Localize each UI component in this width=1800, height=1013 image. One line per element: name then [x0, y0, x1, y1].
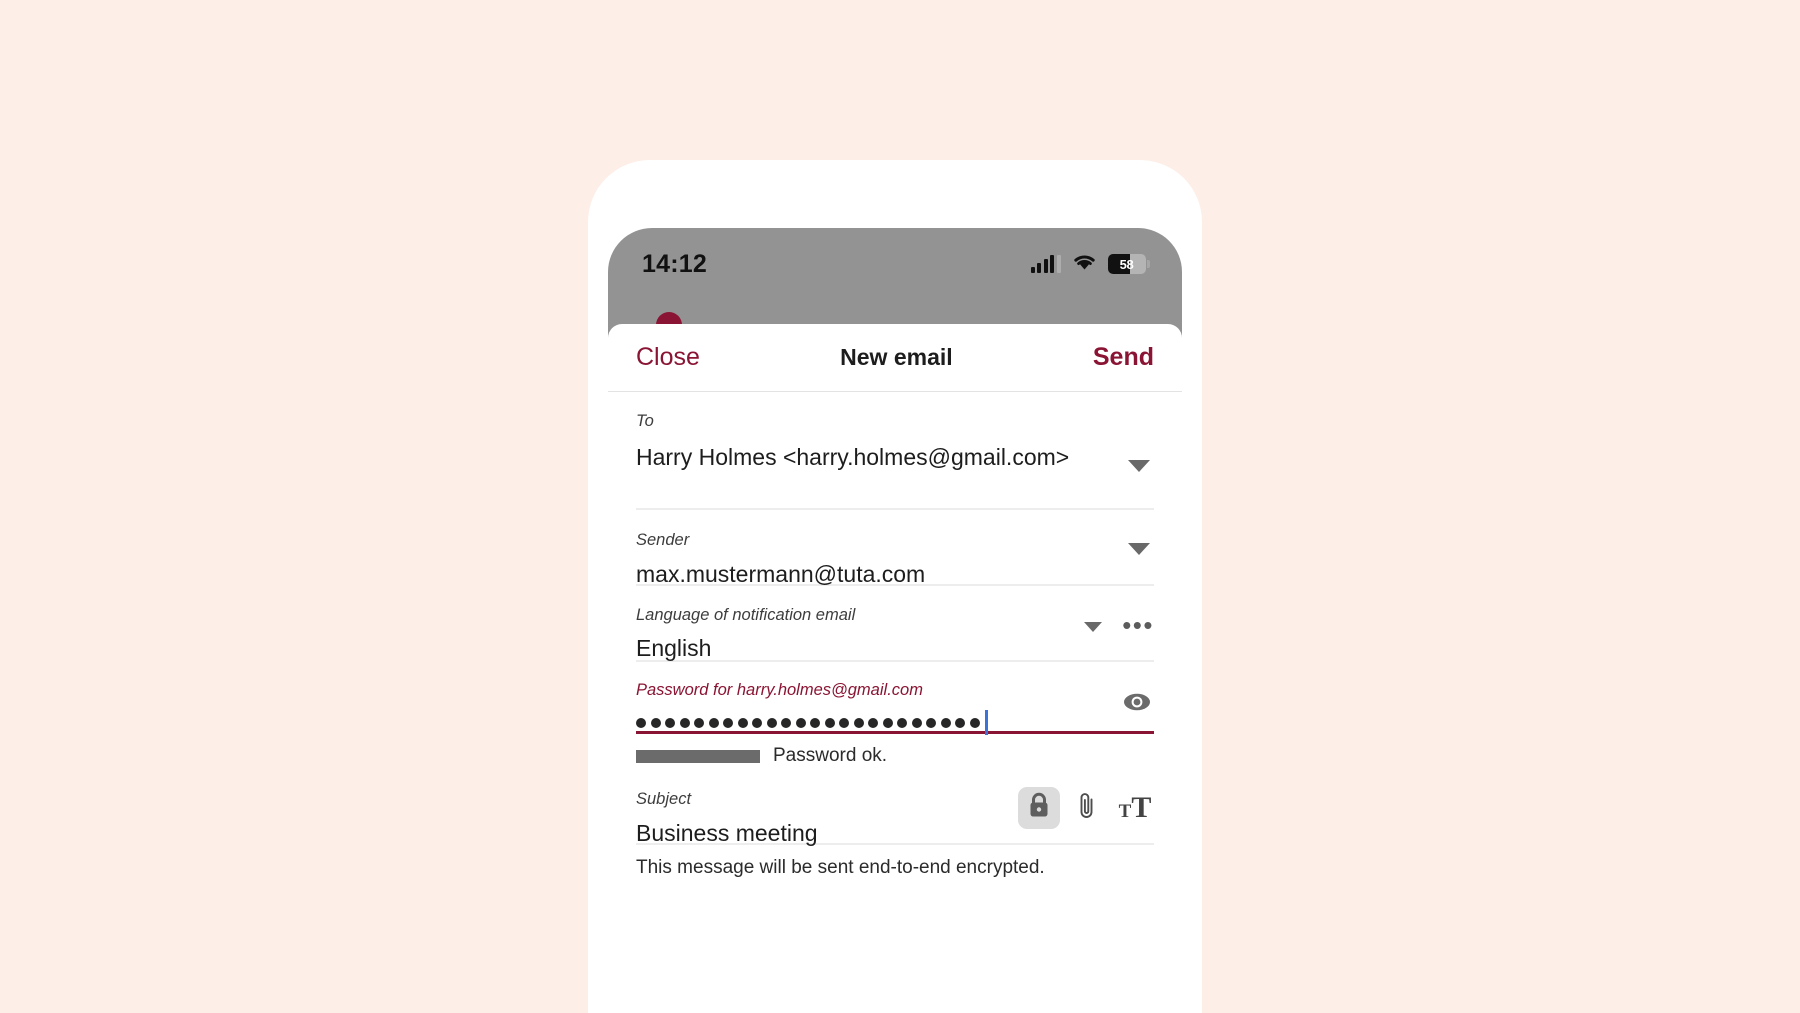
password-strength-bar	[636, 749, 760, 763]
recipient-field[interactable]: To Harry Holmes <harry.holmes@gmail.com>	[636, 392, 1154, 510]
sender-label: Sender	[636, 531, 690, 549]
password-strength-text: Password ok.	[773, 745, 888, 766]
phone-device-frame: 14:12 58 Close New email Send To Harry H…	[588, 160, 1202, 1013]
battery-percent-label: 58	[1119, 256, 1134, 272]
modal-header: Close New email Send	[608, 324, 1182, 392]
password-label: Password for harry.holmes@gmail.com	[636, 681, 923, 699]
notification-language-value: English	[636, 634, 712, 661]
cellular-bars-icon	[1030, 255, 1061, 273]
compose-email-modal: Close New email Send To Harry Holmes <ha…	[608, 324, 1182, 1013]
paperclip-icon	[1076, 791, 1098, 826]
text-cursor	[985, 710, 988, 736]
page-title: New email	[840, 344, 953, 370]
notification-language-label: Language of notification email	[636, 606, 856, 624]
subject-field[interactable]: Subject Business meeting T T	[636, 767, 1156, 846]
more-options-icon[interactable]: •••	[1122, 612, 1154, 638]
recipient-value: Harry Holmes <harry.holmes@gmail.com>	[636, 443, 1070, 470]
chevron-down-icon[interactable]	[1128, 543, 1150, 555]
compose-toolbar: TT	[1018, 787, 1156, 829]
font-size-large-letter: T	[1131, 791, 1152, 824]
lock-closed-icon	[1027, 792, 1051, 824]
encryption-toggle-button[interactable]	[1018, 787, 1060, 829]
wifi-icon	[1072, 252, 1097, 276]
close-button[interactable]: Close	[636, 343, 700, 372]
status-bar-time: 14:12	[642, 249, 707, 278]
phone-screen: 14:12 58 Close New email Send To Harry H…	[608, 228, 1182, 1013]
status-bar: 14:12 58	[608, 228, 1182, 290]
sender-field[interactable]: Sender max.mustermann@tuta.com	[636, 510, 1154, 587]
chevron-down-icon[interactable]	[1084, 622, 1102, 632]
font-size-small-letter: T	[1118, 801, 1132, 822]
eye-icon[interactable]	[1120, 690, 1154, 714]
recipient-label: To	[636, 412, 654, 430]
send-button[interactable]: Send	[1093, 343, 1154, 372]
font-size-button[interactable]: TT	[1114, 787, 1156, 829]
notification-language-field[interactable]: Language of notification email English •…	[636, 586, 1154, 662]
status-bar-icons: 58	[1030, 252, 1150, 276]
chevron-down-icon[interactable]	[1128, 460, 1150, 472]
password-strength-indicator: Password ok.	[636, 734, 1154, 767]
attachment-button[interactable]	[1066, 787, 1108, 829]
font-size-icon: TT	[1119, 793, 1152, 823]
password-input[interactable]	[636, 710, 1154, 736]
sender-value: max.mustermann@tuta.com	[636, 560, 926, 587]
encryption-note: This message will be sent end-to-end enc…	[636, 857, 1045, 878]
compose-form: To Harry Holmes <harry.holmes@gmail.com>…	[608, 392, 1182, 1013]
password-field[interactable]: Password for harry.holmes@gmail.com	[636, 662, 1154, 736]
battery-icon: 58	[1107, 254, 1150, 274]
